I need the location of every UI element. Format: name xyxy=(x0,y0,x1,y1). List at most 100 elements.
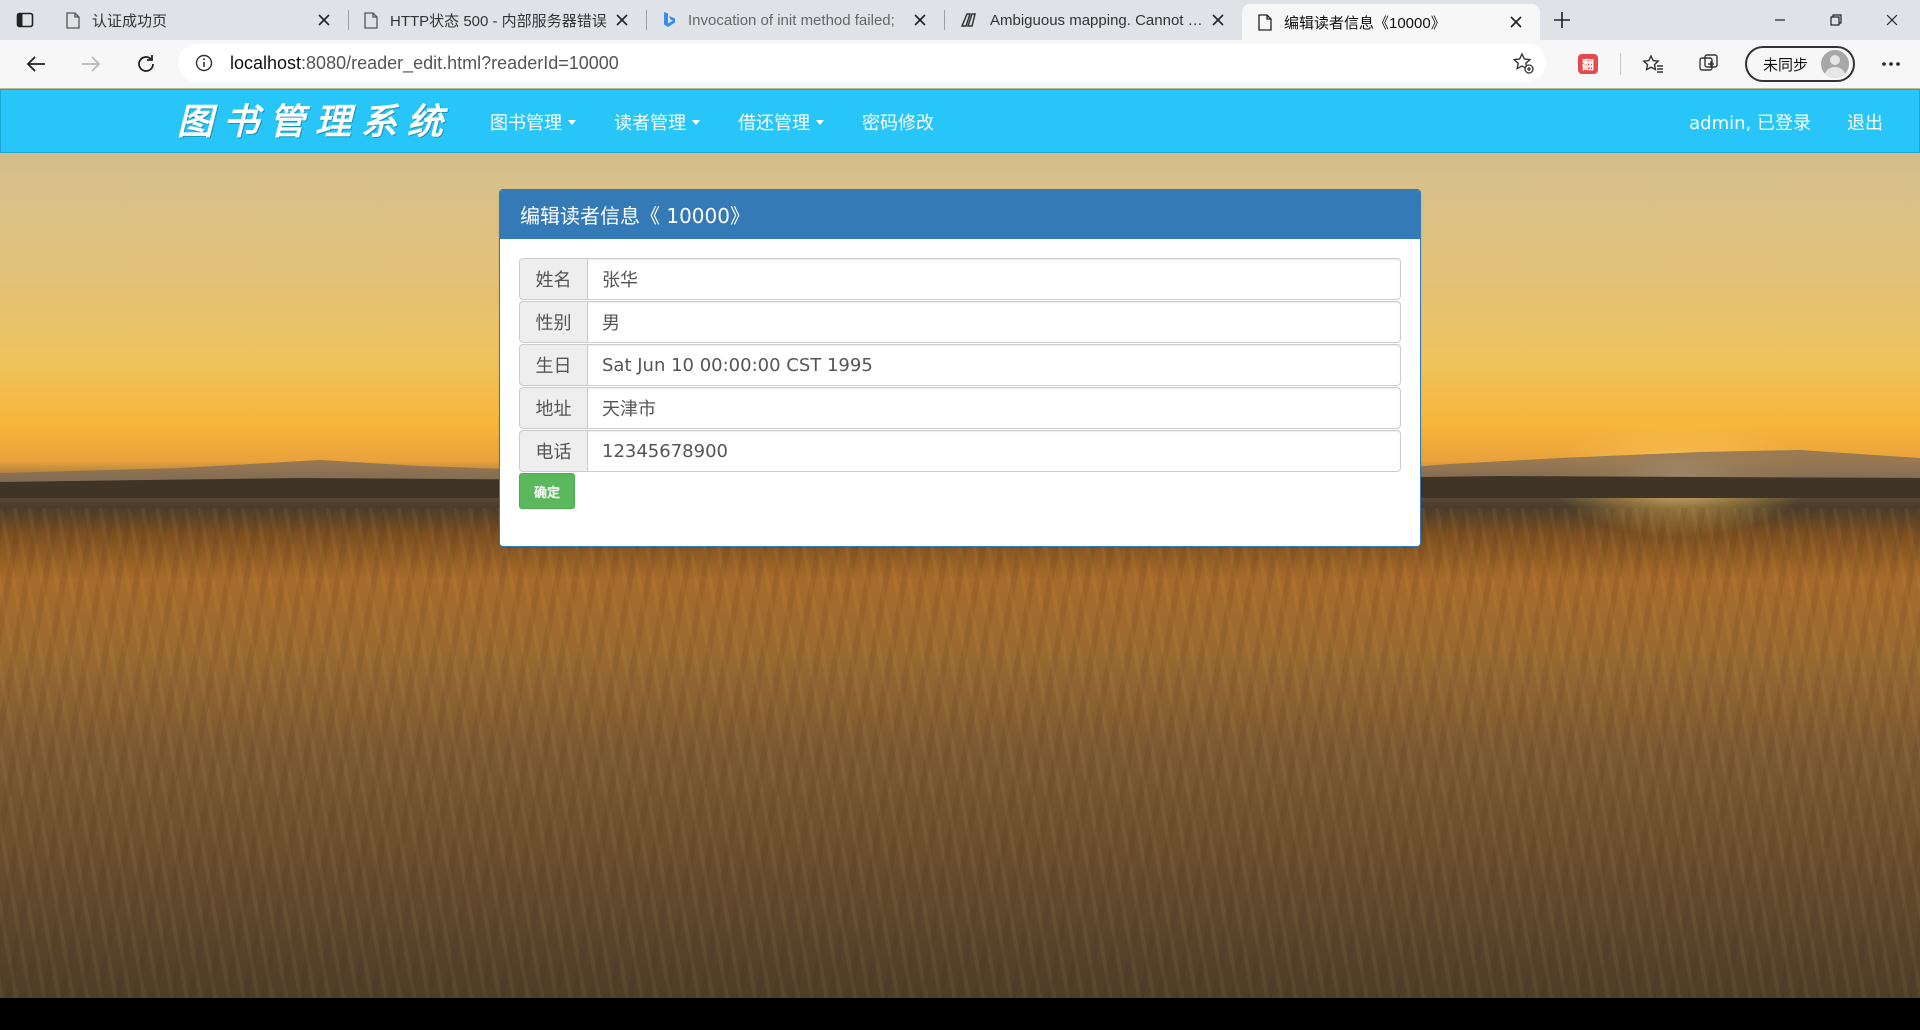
menu-reader-management[interactable]: 读者管理 xyxy=(595,90,719,154)
background-field-texture xyxy=(0,508,1920,998)
page-icon xyxy=(66,11,80,29)
tab-title: HTTP状态 500 - 内部服务器错误 xyxy=(390,12,607,30)
refresh-button[interactable] xyxy=(118,40,173,88)
navbar-user-area: admin, 已登录 退出 xyxy=(1671,90,1919,154)
edit-reader-panel: 编辑读者信息《 10000》 姓名 性别 生日 地址 电话 确定 xyxy=(499,189,1421,547)
minimize-icon xyxy=(1775,19,1785,21)
bing-icon xyxy=(664,12,675,27)
browser-tabstrip: 认证成功页 HTTP状态 500 - 内部服务器错误 Invocation of… xyxy=(0,0,1920,40)
url-host: localhost xyxy=(230,52,302,73)
app-brand-logo[interactable]: 图书管理系统 xyxy=(177,98,453,146)
logout-link[interactable]: 退出 xyxy=(1829,90,1919,154)
field-label: 电话 xyxy=(519,430,587,472)
tab-close-button[interactable] xyxy=(612,10,632,30)
menu-change-password[interactable]: 密码修改 xyxy=(843,90,953,154)
close-icon xyxy=(914,14,926,26)
browser-tab-active[interactable]: 编辑读者信息《10000》 xyxy=(1242,4,1540,40)
field-name: 姓名 xyxy=(519,258,1401,301)
avatar xyxy=(1821,50,1849,78)
site-info-icon[interactable] xyxy=(178,54,230,72)
favorites-button[interactable] xyxy=(1625,40,1681,88)
caret-down-icon xyxy=(568,119,576,125)
phone-input[interactable] xyxy=(587,430,1401,472)
restore-icon xyxy=(1830,14,1842,26)
back-button[interactable] xyxy=(8,40,63,88)
menu-book-management[interactable]: 图书管理 xyxy=(471,90,595,154)
panel-title: 编辑读者信息《 10000》 xyxy=(500,190,1420,239)
page-icon xyxy=(364,11,378,29)
url-text[interactable]: localhost:8080/reader_edit.html?readerId… xyxy=(230,53,619,74)
field-address: 地址 xyxy=(519,387,1401,430)
edit-reader-form: 姓名 性别 生日 地址 电话 确定 xyxy=(500,239,1420,509)
app-navbar: 图书管理系统 图书管理 读者管理 借还管理 密码修改 admin, 已登录 退出 xyxy=(0,89,1920,153)
translate-extension-icon: 翻 xyxy=(1578,54,1598,74)
collections-icon xyxy=(1699,54,1718,71)
user-status-label: admin, 已登录 xyxy=(1689,113,1811,134)
window-controls xyxy=(1752,0,1920,40)
close-window-button[interactable] xyxy=(1864,0,1920,40)
field-label: 生日 xyxy=(519,344,587,386)
tab-close-button[interactable] xyxy=(1506,12,1526,32)
add-favorite-button[interactable] xyxy=(1500,52,1546,74)
page-icon xyxy=(1258,13,1272,31)
submit-button[interactable]: 确定 xyxy=(519,473,575,509)
tab-title: 认证成功页 xyxy=(92,12,168,30)
more-menu-button[interactable] xyxy=(1863,40,1919,88)
profile-sync-button[interactable]: 未同步 xyxy=(1745,46,1855,82)
close-icon xyxy=(318,14,330,26)
browser-tab-3[interactable]: Invocation of init method failed; xyxy=(646,0,944,40)
field-phone: 电话 xyxy=(519,430,1401,473)
tab-actions-icon xyxy=(16,12,34,28)
favorites-icon xyxy=(1642,54,1663,73)
minimize-button[interactable] xyxy=(1752,0,1808,40)
field-label: 姓名 xyxy=(519,258,587,300)
main-menu: 图书管理 读者管理 借还管理 密码修改 xyxy=(471,90,953,154)
field-birthday: 生日 xyxy=(519,344,1401,387)
forward-button[interactable] xyxy=(63,40,118,88)
toolbar-right: 翻 未同步 xyxy=(1560,40,1919,88)
caret-down-icon xyxy=(692,119,700,125)
address-bar[interactable]: localhost:8080/reader_edit.html?readerId… xyxy=(178,44,1546,82)
browser-toolbar: localhost:8080/reader_edit.html?readerId… xyxy=(0,40,1920,88)
menu-label: 读者管理 xyxy=(614,113,686,134)
arrow-left-icon xyxy=(26,56,45,72)
browser-tab-1[interactable]: 认证成功页 xyxy=(50,0,348,40)
translate-extension-button[interactable]: 翻 xyxy=(1560,40,1616,88)
tab-close-button[interactable] xyxy=(314,10,334,30)
browser-tab-4[interactable]: Ambiguous mapping. Cannot map xyxy=(944,0,1242,40)
tab-close-button[interactable] xyxy=(910,10,930,30)
tab-close-button[interactable] xyxy=(1208,10,1228,30)
url-path: :8080/reader_edit.html?readerId=10000 xyxy=(301,52,619,73)
field-gender: 性别 xyxy=(519,301,1401,344)
tab-title: Ambiguous mapping. Cannot map xyxy=(990,11,1208,29)
gender-input[interactable] xyxy=(587,301,1401,343)
birthday-input[interactable] xyxy=(587,344,1401,386)
menu-borrow-management[interactable]: 借还管理 xyxy=(719,90,843,154)
copilot-icon xyxy=(960,13,976,27)
field-label: 地址 xyxy=(519,387,587,429)
logged-in-user-link[interactable]: admin, 已登录 xyxy=(1671,90,1829,154)
toolbar-divider xyxy=(1620,53,1621,75)
new-tab-button[interactable] xyxy=(1540,0,1584,40)
arrow-right-icon xyxy=(81,56,100,72)
field-label: 性别 xyxy=(519,301,587,343)
caret-down-icon xyxy=(816,119,824,125)
menu-label: 密码修改 xyxy=(862,113,934,134)
tab-actions-button[interactable] xyxy=(0,0,50,40)
menu-label: 图书管理 xyxy=(490,113,562,134)
tab-title: Invocation of init method failed; xyxy=(688,11,895,29)
restore-button[interactable] xyxy=(1808,0,1864,40)
logout-label: 退出 xyxy=(1847,113,1883,134)
close-icon xyxy=(1212,14,1224,26)
page-viewport: 图书管理系统 图书管理 读者管理 借还管理 密码修改 admin, 已登录 退出 xyxy=(0,88,1920,998)
refresh-icon xyxy=(137,55,154,72)
browser-tab-2[interactable]: HTTP状态 500 - 内部服务器错误 xyxy=(348,0,646,40)
collections-button[interactable] xyxy=(1681,40,1737,88)
menu-label: 借还管理 xyxy=(738,113,810,134)
plus-icon xyxy=(1554,12,1570,28)
name-input[interactable] xyxy=(587,258,1401,300)
sync-status-label: 未同步 xyxy=(1763,55,1809,74)
address-input[interactable] xyxy=(587,387,1401,429)
close-icon xyxy=(616,14,628,26)
close-icon xyxy=(1510,16,1522,28)
